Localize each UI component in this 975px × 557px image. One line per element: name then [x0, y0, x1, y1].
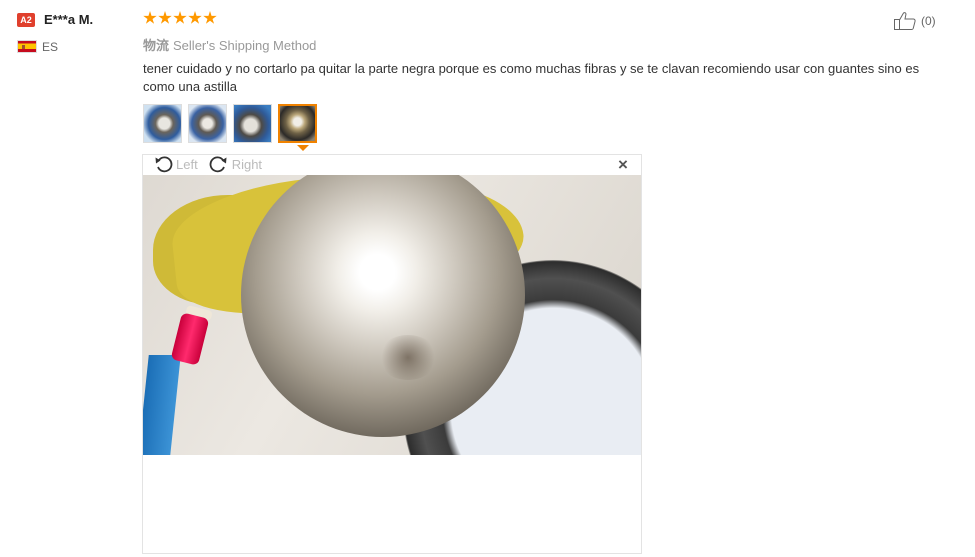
- rotate-left-button[interactable]: Left: [154, 155, 198, 173]
- photo-thumbnail-4[interactable]: [278, 104, 317, 143]
- shipping-method-label: Seller's Shipping Method: [173, 38, 317, 53]
- review-photo: [143, 175, 641, 455]
- review-text: tener cuidado y no cortarlo pa quitar la…: [143, 61, 920, 94]
- rotate-left-label: Left: [176, 156, 198, 172]
- photo-thumbnails: [143, 104, 317, 143]
- photo-thumbnail-3[interactable]: [233, 104, 272, 143]
- reviewer-name: E***a M.: [44, 12, 94, 27]
- star-icon: [173, 11, 187, 24]
- thumbs-up-icon: [893, 11, 917, 31]
- rotate-left-icon: [154, 155, 174, 173]
- photo-thumbnail-2[interactable]: [188, 104, 227, 143]
- rating-stars: [143, 11, 217, 27]
- reviewer-country: ES: [42, 40, 59, 54]
- rotate-right-icon: [208, 155, 230, 173]
- rotate-right-button[interactable]: Right: [208, 155, 262, 173]
- star-icon: [158, 11, 172, 24]
- red-lighter: [170, 312, 210, 366]
- pot-burn-mark: [378, 335, 438, 380]
- blue-object: [143, 355, 181, 455]
- shipping-prefix: 物流: [143, 38, 170, 53]
- helpful-button[interactable]: (0): [893, 11, 936, 31]
- viewer-toolbar: Left Right: [154, 154, 262, 174]
- level-badge: A2: [17, 13, 35, 27]
- spain-flag-icon: [17, 40, 37, 53]
- helpful-count: (0): [921, 14, 936, 28]
- star-icon: [188, 11, 202, 24]
- star-icon: [143, 11, 157, 24]
- active-thumbnail-caret: [297, 145, 309, 151]
- star-icon: [203, 11, 217, 24]
- close-icon[interactable]: ×: [616, 156, 630, 173]
- shipping-method: 物流 Seller's Shipping Method: [143, 35, 316, 54]
- photo-thumbnail-1[interactable]: [143, 104, 182, 143]
- rotate-right-label: Right: [231, 156, 263, 172]
